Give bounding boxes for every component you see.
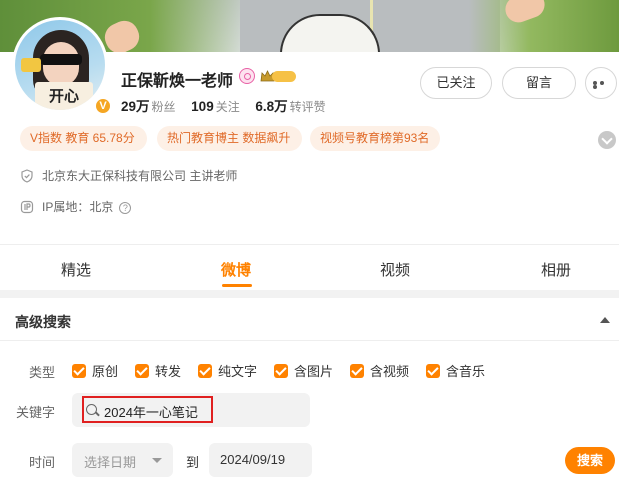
checkbox-checked-icon: [135, 364, 149, 378]
checkbox-text-only[interactable]: 纯文字: [198, 361, 257, 380]
company-info: 北京东大正保科技有限公司 主讲老师: [20, 167, 237, 184]
shield-icon: [21, 169, 33, 183]
ip-location-icon: [20, 200, 34, 214]
start-date-select[interactable]: 选择日期: [72, 443, 173, 477]
following-label: 关注: [215, 100, 240, 114]
checkbox-checked-icon: [426, 364, 440, 378]
interactions-label: 转评赞: [289, 100, 326, 114]
avatar-glasses: [40, 54, 82, 65]
checkbox-checked-icon: [350, 364, 364, 378]
divider: [0, 340, 619, 341]
interactions-count: 6.8万: [255, 99, 288, 114]
checkbox-checked-icon: [198, 364, 212, 378]
tab-video[interactable]: 视频: [365, 259, 425, 280]
tab-album[interactable]: 相册: [526, 259, 586, 280]
verified-v-icon: V: [94, 97, 112, 115]
pink-badge-icon[interactable]: [239, 68, 255, 84]
help-icon[interactable]: ?: [119, 202, 132, 214]
end-date-select[interactable]: 2024/09/19: [209, 443, 312, 477]
profile-stats: 29万 粉丝 109 关注 6.8万 转评赞: [121, 95, 338, 115]
message-button[interactable]: 留言: [502, 67, 576, 99]
checkbox-label: 含音乐: [446, 364, 486, 379]
section-gap: [0, 290, 619, 298]
fans-count[interactable]: 29万: [121, 99, 150, 114]
checkbox-checked-icon: [72, 364, 86, 378]
ip-info: IP属地：北京?: [20, 198, 132, 215]
company-text: 北京东大正保科技有限公司 主讲老师: [42, 169, 238, 183]
type-label: 类型: [29, 365, 56, 380]
advanced-search-title: 高级搜索: [15, 314, 71, 330]
checkbox-with-image[interactable]: 含图片: [274, 361, 333, 380]
level-badge: [272, 71, 296, 82]
more-dots-icon: [593, 81, 611, 89]
divider: [0, 244, 619, 245]
avatar-sticker: [21, 58, 41, 72]
checkbox-label: 含视频: [370, 364, 410, 379]
tab-weibo[interactable]: 微博: [206, 259, 266, 280]
checkbox-checked-icon: [274, 364, 288, 378]
fans-label: 粉丝: [151, 100, 176, 114]
checkbox-label: 含图片: [294, 364, 334, 379]
avatar[interactable]: 开心 V: [12, 17, 112, 115]
checkbox-label: 纯文字: [218, 364, 258, 379]
tag-video-rank[interactable]: 视频号教育榜第93名: [310, 126, 440, 151]
checkbox-label: 转发: [155, 364, 182, 379]
start-date-placeholder: 选择日期: [84, 455, 137, 470]
tag-hot-blogger[interactable]: 热门教育博主 数据飙升: [157, 126, 302, 151]
keyword-value: 2024年一心笔记: [104, 405, 198, 420]
to-label: 到: [186, 455, 200, 470]
tab-featured[interactable]: 精选: [46, 259, 106, 280]
tag-v-index[interactable]: V指数 教育 65.78分: [20, 126, 147, 151]
search-button[interactable]: 搜索: [565, 447, 615, 474]
chevron-down-icon: [152, 458, 162, 463]
checkbox-with-music[interactable]: 含音乐: [426, 361, 485, 380]
time-label: 时间: [29, 455, 56, 470]
chevron-down-icon[interactable]: [598, 131, 616, 149]
avatar-sign: 开心: [35, 82, 93, 110]
checkbox-with-video[interactable]: 含视频: [350, 361, 409, 380]
ip-text: IP属地：北京: [42, 200, 114, 214]
checkbox-label: 原创: [92, 364, 119, 379]
crown-level-icon[interactable]: [260, 69, 296, 84]
checkbox-repost[interactable]: 转发: [135, 361, 181, 380]
collapse-caret-icon[interactable]: [600, 317, 610, 323]
profile-name: 正保靳焕一老师: [121, 73, 234, 90]
following-button[interactable]: 已关注: [420, 67, 492, 99]
keyword-label: 关键字: [16, 405, 56, 420]
active-tab-indicator: [222, 284, 252, 287]
search-icon: [86, 404, 97, 415]
checkbox-original[interactable]: 原创: [72, 361, 118, 380]
following-count[interactable]: 109: [191, 99, 214, 114]
more-button[interactable]: [585, 67, 617, 99]
avatar-photo: 开心: [15, 20, 105, 110]
end-date-value: 2024/09/19: [220, 452, 286, 467]
